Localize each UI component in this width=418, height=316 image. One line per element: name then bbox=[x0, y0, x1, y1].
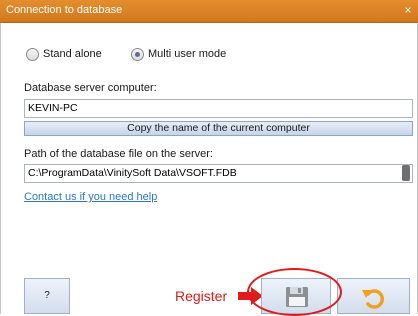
radio-stand-alone-button[interactable] bbox=[26, 48, 39, 61]
undo-arrow-icon bbox=[362, 289, 384, 309]
radio-multi-user-button[interactable] bbox=[131, 48, 144, 61]
floppy-disk-icon bbox=[286, 287, 308, 307]
path-input[interactable]: C:\ProgramData\VinitySoft Data\VSOFT.FDB bbox=[24, 164, 413, 183]
save-button[interactable] bbox=[261, 278, 331, 314]
window-title: Connection to database bbox=[6, 4, 123, 16]
server-input[interactable]: KEVIN-PC bbox=[24, 99, 413, 118]
contact-help-link[interactable]: Contact us if you need help bbox=[24, 191, 157, 203]
help-button-label: ? bbox=[44, 290, 50, 301]
title-bar: Connection to database × bbox=[0, 0, 418, 23]
radio-multi-user-label: Multi user mode bbox=[148, 48, 227, 60]
copy-computer-name-button[interactable]: Copy the name of the current computer bbox=[24, 121, 413, 136]
undo-button[interactable] bbox=[337, 278, 410, 314]
path-scroll-thumb[interactable] bbox=[402, 165, 410, 181]
register-annotation: Register bbox=[175, 288, 228, 304]
close-icon[interactable]: × bbox=[398, 0, 418, 22]
server-label: Database server computer: bbox=[24, 82, 157, 94]
radio-stand-alone-label: Stand alone bbox=[43, 48, 102, 60]
path-label: Path of the database file on the server: bbox=[24, 148, 213, 160]
help-button[interactable]: ? bbox=[24, 278, 70, 314]
